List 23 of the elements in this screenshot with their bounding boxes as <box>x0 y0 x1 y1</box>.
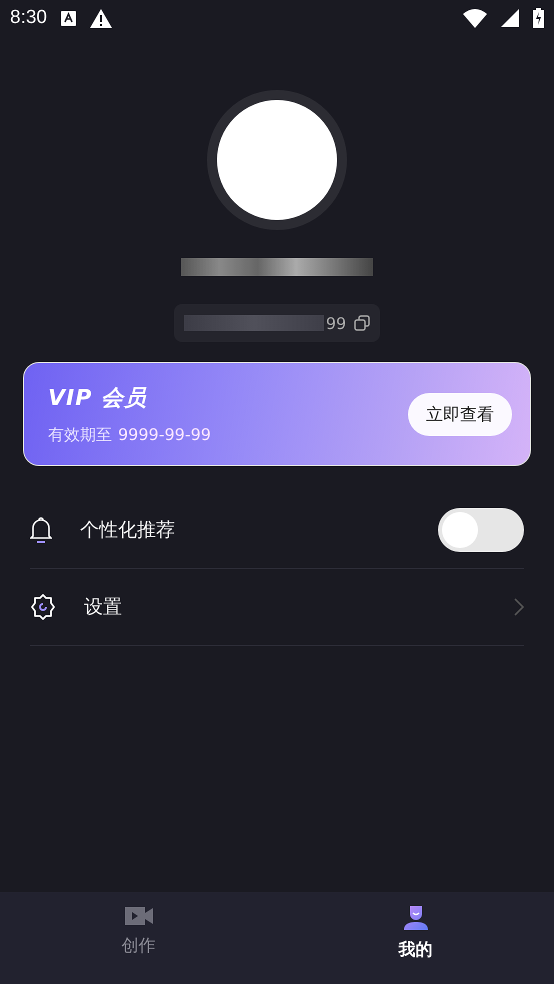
validity-date: 9999-99-99 <box>118 424 211 446</box>
warning-icon <box>90 8 112 28</box>
chevron-right-icon <box>514 598 524 616</box>
battery-icon <box>533 8 544 28</box>
view-now-button[interactable]: 立即查看 <box>408 392 512 436</box>
copy-icon[interactable] <box>354 315 370 331</box>
nav-tab[interactable]: 我的 <box>277 892 554 984</box>
vip-title: VIP 会员 <box>48 384 148 412</box>
toggle-switch[interactable] <box>438 508 524 552</box>
menu-label[interactable]: 设置 <box>84 594 486 620</box>
gear-icon <box>30 594 56 620</box>
font-icon <box>60 10 76 26</box>
signal-icon <box>501 9 519 27</box>
status-time: 8:30 <box>10 7 47 29</box>
nav-tab[interactable]: 创作 <box>0 892 277 984</box>
validity-label: 有效期至 <box>48 424 112 446</box>
wifi-icon <box>463 8 487 28</box>
user-id-pill[interactable]: 99 <box>174 304 380 342</box>
user-id: 99 <box>326 314 346 332</box>
bell-icon <box>30 517 52 543</box>
menu-label: 个性化推荐 <box>80 518 176 543</box>
user-icon <box>402 904 430 932</box>
video-camera-icon <box>122 904 154 928</box>
